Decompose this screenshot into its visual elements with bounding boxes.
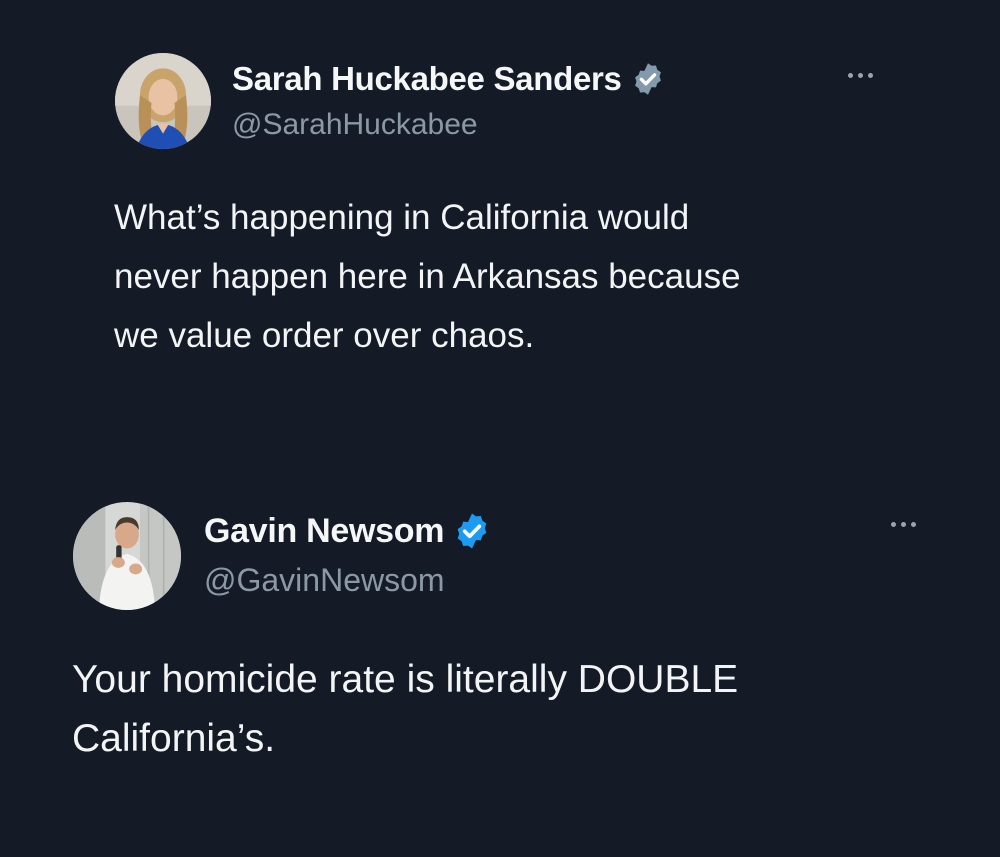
author-display-name[interactable]: Gavin Newsom: [204, 512, 444, 551]
tweet-sarah-huckabee-sanders[interactable]: Sarah Huckabee Sanders @SarahHuckabee Wh…: [0, 0, 1000, 440]
verified-blue-badge-icon: [452, 511, 492, 551]
avatar[interactable]: [115, 53, 211, 149]
author-handle[interactable]: @SarahHuckabee: [232, 108, 478, 142]
tweet-gavin-newsom[interactable]: Gavin Newsom @GavinNewsom Your homicide …: [0, 440, 1000, 857]
author-display-name[interactable]: Sarah Huckabee Sanders: [232, 60, 622, 98]
avatar[interactable]: [73, 502, 181, 610]
avatar-photo: [73, 502, 181, 610]
author-name-row: Sarah Huckabee Sanders: [232, 57, 666, 101]
author-name-row: Gavin Newsom: [204, 508, 492, 554]
avatar-photo: [115, 53, 211, 149]
verified-gray-badge-icon: [630, 61, 666, 97]
tweet-text: Your homicide rate is literally DOUBLE C…: [72, 658, 739, 760]
more-horizontal-icon[interactable]: [848, 73, 873, 78]
tweet-text: What’s happening in California would nev…: [114, 198, 741, 355]
more-horizontal-icon[interactable]: [891, 522, 916, 527]
author-handle[interactable]: @GavinNewsom: [204, 562, 445, 599]
